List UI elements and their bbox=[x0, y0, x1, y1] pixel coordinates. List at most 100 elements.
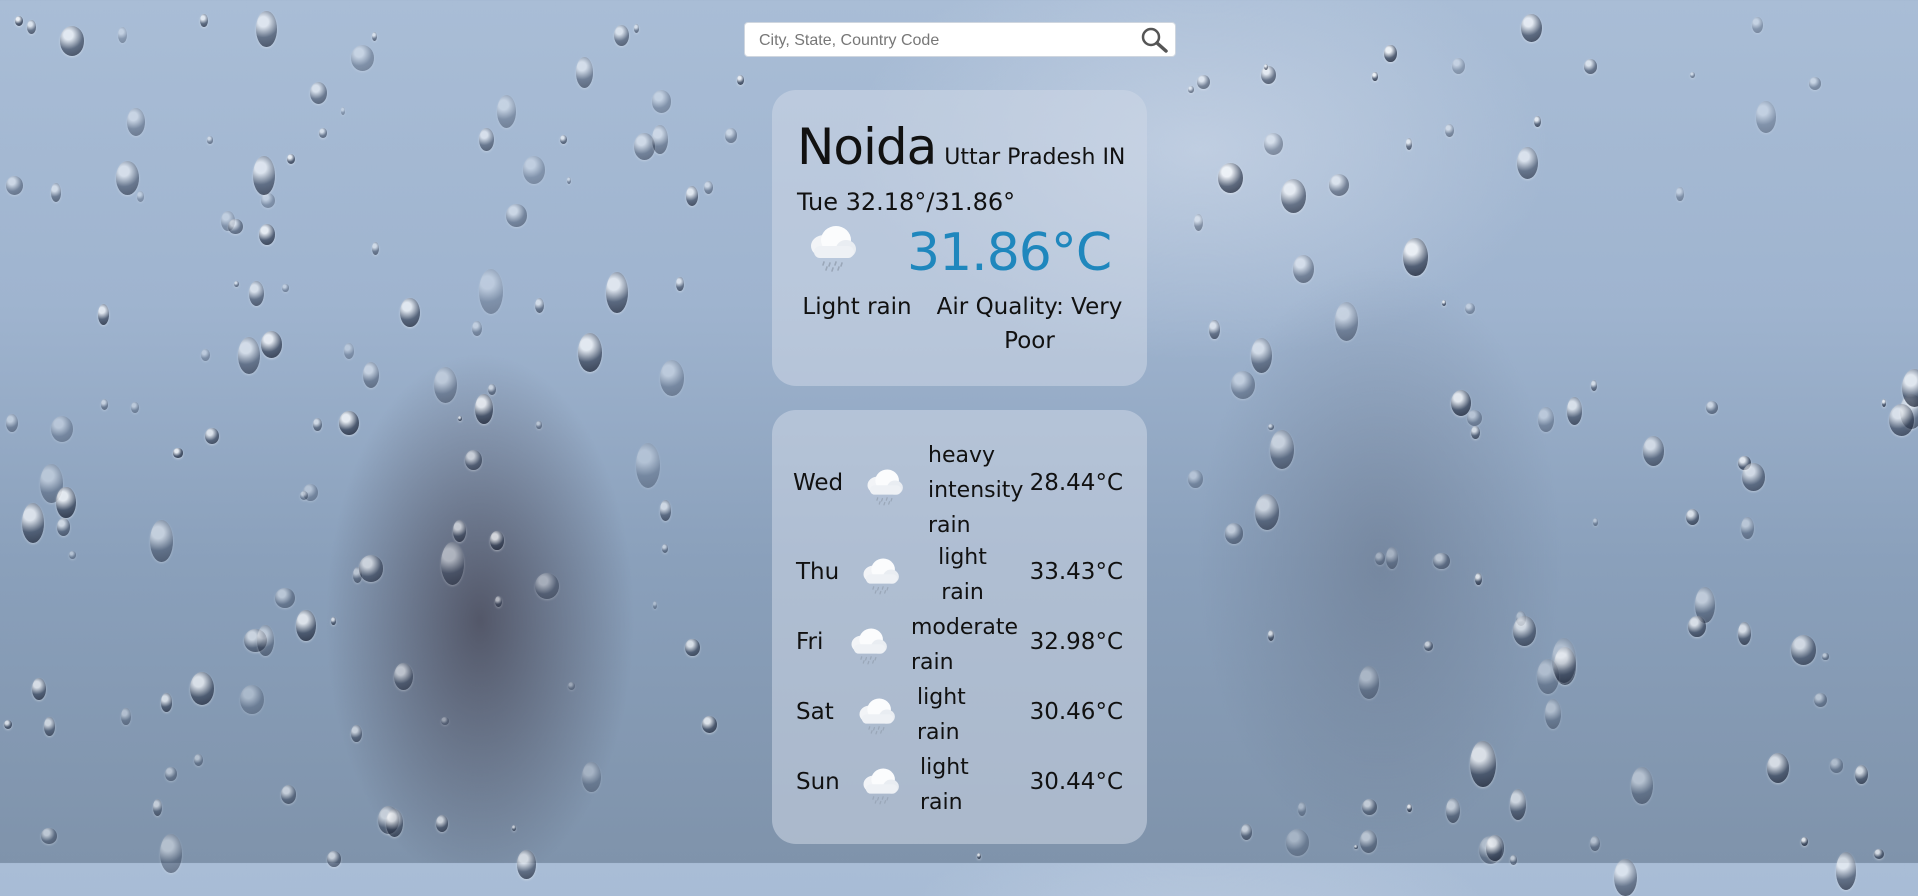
raindrop bbox=[475, 394, 493, 425]
raindrop bbox=[363, 362, 379, 388]
raindrop bbox=[1270, 430, 1294, 469]
current-weather-card: NoidaUttar Pradesh IN Tue 32.18°/31.86° … bbox=[772, 90, 1147, 386]
forecast-day: Sat bbox=[796, 699, 834, 725]
raindrop bbox=[1335, 302, 1358, 341]
raindrop bbox=[6, 176, 24, 196]
raindrop bbox=[578, 333, 602, 372]
raindrop bbox=[1424, 641, 1433, 651]
raindrop bbox=[568, 682, 575, 690]
raindrop bbox=[22, 503, 44, 543]
raindrop bbox=[256, 11, 276, 47]
raindrop bbox=[1874, 849, 1884, 859]
search-input[interactable] bbox=[757, 23, 1131, 58]
raindrop bbox=[1590, 836, 1599, 851]
raindrop bbox=[441, 542, 465, 586]
raindrop bbox=[131, 402, 138, 413]
raindrop bbox=[560, 135, 567, 144]
raindrop bbox=[458, 416, 462, 421]
raindrop bbox=[1446, 798, 1460, 823]
raindrop bbox=[536, 421, 541, 428]
rain-cloud-icon bbox=[858, 765, 902, 805]
raindrop bbox=[488, 384, 496, 395]
raindrop bbox=[1465, 303, 1475, 315]
raindrop bbox=[1741, 517, 1754, 539]
raindrop bbox=[341, 107, 345, 114]
raindrop bbox=[704, 181, 713, 194]
raindrop bbox=[1445, 124, 1454, 138]
raindrop bbox=[465, 450, 482, 470]
city-name: Noida bbox=[797, 118, 936, 176]
raindrop bbox=[497, 95, 516, 129]
raindrop bbox=[1686, 509, 1699, 525]
raindrop bbox=[15, 16, 23, 26]
raindrop bbox=[1442, 300, 1446, 305]
raindrop bbox=[351, 725, 361, 742]
forecast-condition: heavy intensity rain bbox=[928, 438, 1038, 543]
raindrop bbox=[576, 57, 593, 88]
raindrop bbox=[400, 298, 419, 327]
raindrop bbox=[1822, 653, 1828, 661]
raindrop bbox=[1510, 789, 1526, 819]
raindrop bbox=[685, 639, 699, 656]
search-icon[interactable] bbox=[1139, 26, 1169, 54]
raindrop bbox=[1241, 824, 1252, 840]
raindrop bbox=[261, 331, 282, 358]
raindrop bbox=[190, 672, 214, 705]
raindrop bbox=[1386, 547, 1399, 569]
raindrop bbox=[1251, 338, 1272, 373]
forecast-day: Fri bbox=[796, 629, 823, 655]
raindrop bbox=[344, 343, 354, 358]
raindrop bbox=[1264, 133, 1283, 155]
raindrop bbox=[1406, 138, 1413, 150]
raindrop bbox=[1188, 470, 1203, 488]
raindrop bbox=[1452, 58, 1465, 74]
raindrop bbox=[1706, 401, 1718, 414]
raindrop bbox=[662, 544, 668, 552]
raindrop bbox=[702, 716, 717, 733]
raindrop bbox=[512, 825, 516, 830]
raindrop bbox=[1486, 835, 1504, 860]
raindrop bbox=[567, 177, 571, 184]
raindrop bbox=[479, 269, 503, 314]
raindrop bbox=[1836, 852, 1856, 889]
raindrop bbox=[173, 448, 182, 457]
raindrop bbox=[359, 555, 384, 582]
raindrop bbox=[479, 128, 493, 151]
raindrop bbox=[161, 693, 173, 712]
weather-description: Light rain bbox=[797, 290, 917, 324]
raindrop bbox=[1614, 859, 1637, 896]
raindrop bbox=[1538, 407, 1554, 432]
forecast-condition: light rain bbox=[925, 540, 1000, 610]
forecast-temp: 30.44°C bbox=[1030, 769, 1123, 795]
raindrop bbox=[137, 191, 144, 202]
raindrop bbox=[249, 281, 264, 306]
raindrop bbox=[57, 518, 71, 536]
raindrop bbox=[1567, 397, 1582, 425]
raindrop bbox=[1268, 424, 1274, 430]
raindrop bbox=[116, 161, 139, 195]
raindrop bbox=[1470, 741, 1495, 787]
raindrop bbox=[201, 349, 210, 361]
raindrop bbox=[1375, 552, 1385, 565]
raindrop bbox=[737, 75, 744, 85]
raindrop bbox=[51, 416, 73, 442]
raindrop bbox=[296, 610, 315, 641]
raindrop bbox=[228, 219, 242, 235]
raindrop bbox=[1882, 399, 1886, 407]
raindrop bbox=[98, 304, 110, 326]
forecast-condition: light rain bbox=[917, 680, 987, 750]
raindrop bbox=[1756, 101, 1776, 133]
raindrop bbox=[506, 204, 526, 227]
raindrop bbox=[1298, 802, 1306, 816]
raindrop bbox=[257, 625, 274, 657]
raindrop bbox=[261, 193, 275, 208]
raindrop bbox=[1407, 804, 1412, 812]
raindrop bbox=[1889, 404, 1914, 436]
raindrop bbox=[44, 717, 55, 735]
raindrop bbox=[1188, 86, 1194, 94]
raindrop bbox=[41, 828, 56, 844]
forecast-temp: 32.98°C bbox=[1030, 629, 1123, 655]
raindrop bbox=[1593, 518, 1598, 525]
raindrop bbox=[56, 487, 76, 519]
raindrop bbox=[1631, 767, 1653, 804]
